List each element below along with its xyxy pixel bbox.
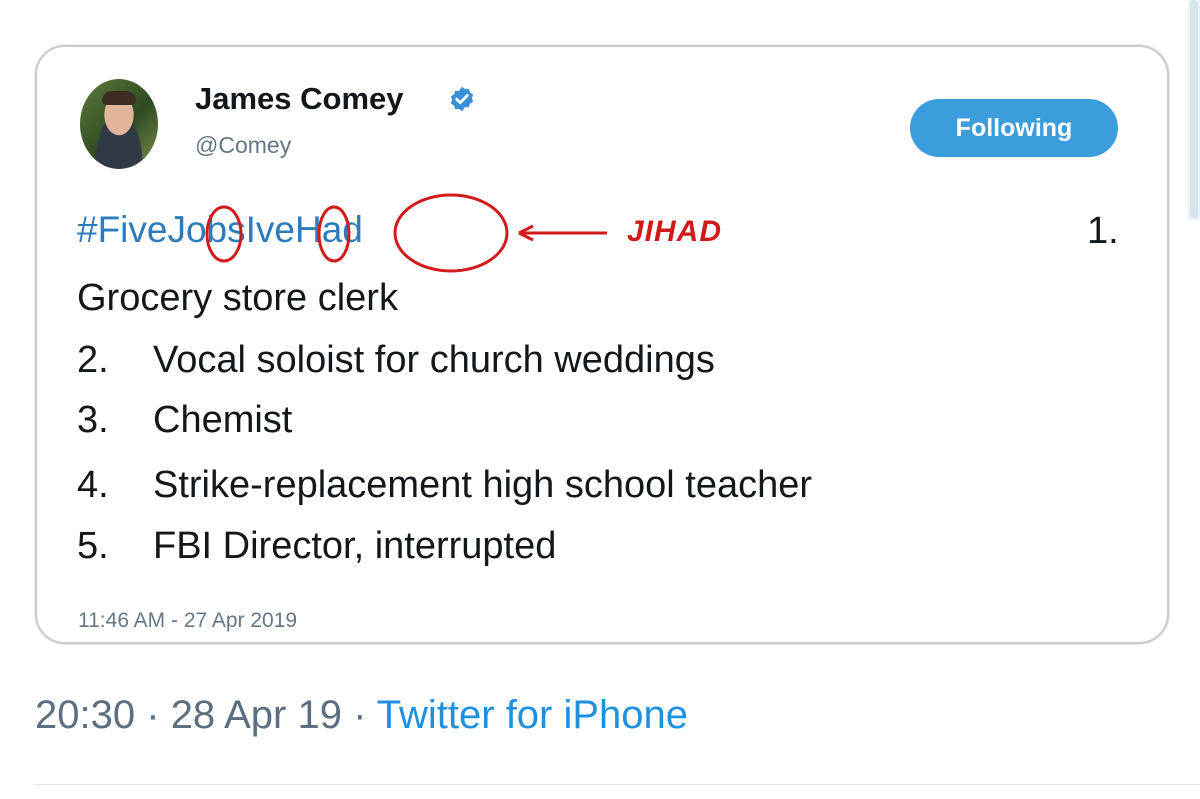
list-item-text: Vocal soloist for church weddings: [153, 339, 715, 381]
list-item-number: 3.: [77, 399, 109, 441]
list-item: 5. FBI Director, interrupted: [77, 525, 556, 568]
annotation-arrow-head: [518, 224, 534, 242]
divider: [35, 784, 1200, 785]
meta-separator: ·: [353, 693, 367, 737]
scrollbar-track[interactable]: [1188, 0, 1200, 220]
list-item-text: FBI Director, interrupted: [153, 525, 557, 567]
tweet-date[interactable]: 28 Apr 19: [171, 693, 342, 737]
embedded-tweet-image[interactable]: James Comey @Comey Following #FiveJobsIv…: [35, 45, 1169, 644]
verified-badge-icon: [450, 86, 474, 112]
author-handle[interactable]: @Comey: [195, 132, 291, 159]
meta-separator: ·: [146, 693, 160, 737]
embedded-timestamp: 11:46 AM - 27 Apr 2019: [78, 609, 298, 632]
list-item-text: Grocery store clerk: [77, 277, 398, 319]
list-item: 2. Vocal soloist for church weddings: [77, 339, 715, 382]
list-item-text: Strike-replacement high school teacher: [153, 464, 813, 506]
list-item: Grocery store clerk: [77, 277, 398, 320]
list-number-1: 1.: [1087, 210, 1119, 252]
list-item: 4. Strike-replacement high school teacher: [77, 464, 812, 507]
hashtag-link[interactable]: #FiveJobsIveHad: [77, 209, 363, 251]
list-item-number: 2.: [77, 339, 109, 381]
tweet-source-link[interactable]: Twitter for iPhone: [377, 693, 688, 737]
tweet-time[interactable]: 20:30: [35, 693, 135, 737]
list-item-number: 5.: [77, 525, 109, 567]
list-item-text: Chemist: [153, 399, 293, 441]
annotation-circle-had: [393, 193, 509, 273]
avatar[interactable]: [80, 79, 158, 169]
tweet-meta: 20:30 · 28 Apr 19 · Twitter for iPhone: [35, 693, 688, 738]
scrollbar-thumb[interactable]: [1190, 0, 1198, 218]
list-item: 3. Chemist: [77, 399, 292, 442]
annotation-jihad: JIHAD: [627, 215, 723, 248]
list-item-number: 4.: [77, 464, 109, 506]
following-button[interactable]: Following: [910, 99, 1118, 157]
author-name[interactable]: James Comey: [195, 81, 404, 117]
